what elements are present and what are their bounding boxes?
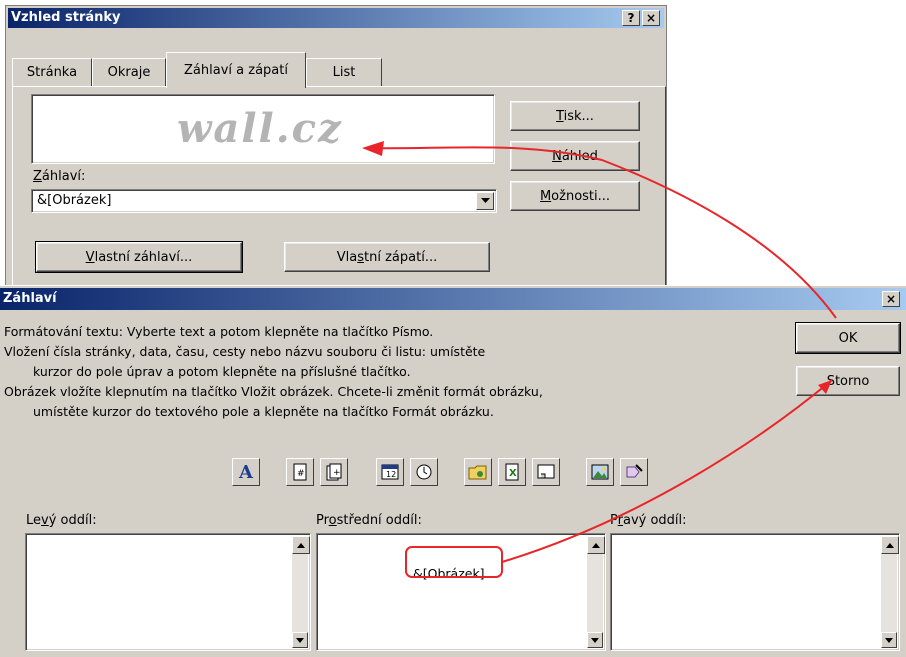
insert-picture-button[interactable] [586, 458, 614, 486]
font-icon: A [239, 461, 253, 483]
insert-page-number-button[interactable]: # [286, 458, 314, 486]
center-section-scrollbar[interactable] [587, 536, 605, 648]
scroll-down-button[interactable] [587, 632, 603, 648]
preview-logo-text: wall.cz [177, 105, 343, 152]
header-dialog: Záhlaví × Formátování textu: Vyberte tex… [0, 285, 906, 657]
page-setup-close-button[interactable]: × [642, 10, 660, 26]
instruction-line-2: Vložení čísla stránky, data, času, cesty… [4, 344, 486, 359]
center-section-textarea[interactable]: &[Obrázek] [316, 533, 606, 651]
format-picture-icon [626, 464, 643, 478]
custom-header-button[interactable]: Vlastní záhlaví... [35, 241, 243, 273]
svg-text:#: # [297, 469, 305, 479]
picture-icon [591, 464, 609, 480]
clock-icon [416, 464, 432, 480]
instruction-line-1: Formátování textu: Vyberte text a potom … [4, 324, 434, 339]
excel-file-icon: X [505, 463, 519, 481]
format-picture-button[interactable] [620, 458, 648, 486]
insert-file-name-button[interactable]: X [498, 458, 526, 486]
page-number-icon: # [293, 463, 307, 481]
header-select-dropdown[interactable] [476, 192, 494, 210]
arrow-down-icon [296, 637, 304, 643]
cancel-button[interactable]: Storno [796, 366, 900, 396]
tab-stranka[interactable]: Stránka [12, 58, 92, 86]
print-preview-button[interactable]: Náhled [510, 141, 640, 171]
tab-list[interactable]: List [306, 58, 382, 86]
options-button[interactable]: Možnosti... [510, 181, 640, 211]
page-setup-title: Vzhled stránky [11, 10, 121, 25]
insert-file-path-button[interactable] [464, 458, 492, 486]
header-dialog-title: Záhlaví [3, 291, 57, 306]
svg-text:12: 12 [386, 470, 396, 479]
scroll-down-button[interactable] [881, 632, 897, 648]
header-dialog-titlebar: Záhlaví [0, 288, 906, 310]
header-select[interactable]: &[Obrázek] [31, 189, 497, 213]
insert-total-pages-button[interactable]: + [320, 458, 348, 486]
left-section-scrollbar[interactable] [292, 536, 310, 648]
total-pages-icon: + [326, 463, 342, 481]
center-section-label: Prostřední oddíl: [316, 513, 422, 528]
right-section-textarea[interactable] [610, 533, 900, 651]
arrow-up-icon [886, 542, 894, 548]
svg-text:X: X [509, 468, 517, 479]
print-button[interactable]: Tisk... [510, 101, 640, 131]
arrow-up-icon [592, 542, 600, 548]
instruction-line-5: umístěte kurzor do textového pole a klep… [33, 404, 494, 419]
insert-sheet-name-button[interactable] [532, 458, 560, 486]
scroll-up-button[interactable] [292, 536, 310, 554]
scroll-down-button[interactable] [292, 632, 308, 648]
custom-footer-button[interactable]: Vlastní zápatí... [284, 242, 490, 272]
scroll-up-button[interactable] [881, 536, 899, 554]
left-section-label: Levý oddíl: [26, 513, 97, 528]
right-section-scrollbar[interactable] [881, 536, 899, 648]
help-button[interactable]: ? [622, 10, 640, 26]
sheet-tab-icon [537, 464, 555, 479]
instruction-line-4: Obrázek vložíte klepnutím na tlačítko Vl… [4, 384, 543, 399]
header-preview-box: wall.cz [31, 94, 495, 164]
center-section-value: &[Obrázek] [413, 566, 485, 581]
calendar-icon: 12 [381, 464, 399, 480]
header-select-value: &[Obrázek] [37, 193, 112, 208]
insert-date-button[interactable]: 12 [376, 458, 404, 486]
arrow-down-icon [885, 637, 893, 643]
chevron-down-icon [480, 198, 490, 203]
instruction-line-3: kurzor do pole úprav a potom klepněte na… [33, 364, 411, 379]
page-setup-titlebar: Vzhled stránky [8, 8, 664, 28]
header-dialog-close-button[interactable]: × [882, 291, 900, 307]
arrow-up-icon [297, 542, 305, 548]
font-button[interactable]: A [232, 458, 260, 486]
left-section-textarea[interactable] [25, 533, 311, 651]
folder-icon [468, 465, 487, 480]
arrow-down-icon [591, 637, 599, 643]
tab-zahlavi-a-zapati[interactable]: Záhlaví a zápatí [166, 52, 306, 88]
svg-text:+: + [333, 468, 341, 478]
insert-time-button[interactable] [410, 458, 438, 486]
ok-button[interactable]: OK [795, 322, 901, 354]
scroll-up-button[interactable] [587, 536, 605, 554]
header-label: Záhlaví: [33, 169, 86, 184]
page-setup-dialog: Vzhled stránky ? × Stránka Okraje Záhlav… [5, 5, 667, 287]
tab-okraje[interactable]: Okraje [92, 58, 166, 86]
right-section-label: Pravý oddíl: [610, 513, 687, 528]
